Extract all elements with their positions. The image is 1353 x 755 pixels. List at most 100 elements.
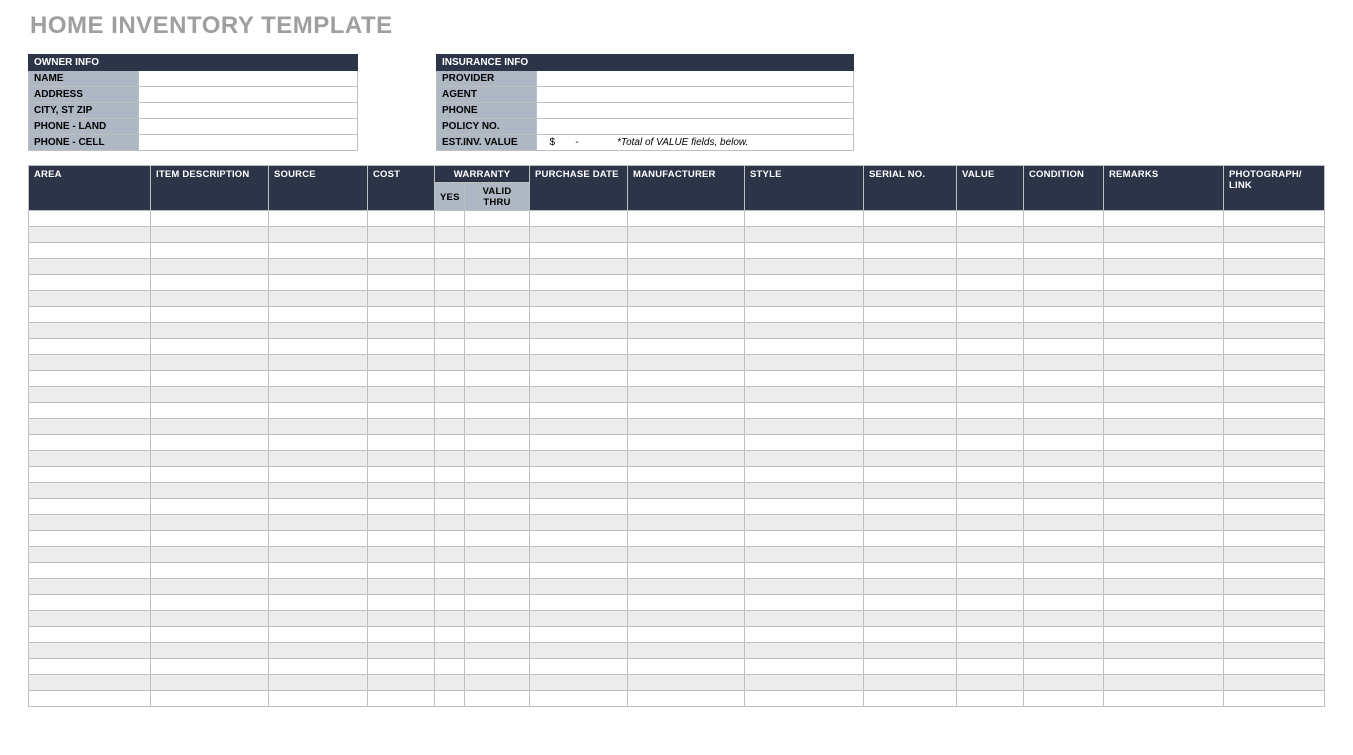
table-cell[interactable] [864,563,957,579]
table-cell[interactable] [1224,291,1325,307]
table-cell[interactable] [269,243,368,259]
table-cell[interactable] [1024,259,1104,275]
owner-name-value[interactable] [139,71,358,87]
table-cell[interactable] [151,259,269,275]
table-cell[interactable] [368,371,435,387]
table-cell[interactable] [957,403,1024,419]
table-cell[interactable] [151,643,269,659]
table-cell[interactable] [29,691,151,707]
table-cell[interactable] [628,499,745,515]
table-cell[interactable] [29,403,151,419]
table-cell[interactable] [435,243,465,259]
table-cell[interactable] [745,659,864,675]
table-cell[interactable] [269,611,368,627]
table-cell[interactable] [151,579,269,595]
table-cell[interactable] [435,275,465,291]
table-cell[interactable] [1224,323,1325,339]
table-cell[interactable] [745,483,864,499]
table-cell[interactable] [957,291,1024,307]
table-cell[interactable] [1104,211,1224,227]
table-cell[interactable] [530,259,628,275]
table-cell[interactable] [269,323,368,339]
table-cell[interactable] [628,387,745,403]
table-cell[interactable] [1104,643,1224,659]
table-cell[interactable] [745,307,864,323]
table-cell[interactable] [269,515,368,531]
table-cell[interactable] [745,579,864,595]
table-cell[interactable] [1224,259,1325,275]
table-cell[interactable] [957,611,1024,627]
table-cell[interactable] [1024,291,1104,307]
table-cell[interactable] [151,451,269,467]
table-cell[interactable] [1224,579,1325,595]
table-cell[interactable] [435,515,465,531]
table-cell[interactable] [957,419,1024,435]
table-cell[interactable] [465,531,530,547]
table-cell[interactable] [864,403,957,419]
table-cell[interactable] [435,563,465,579]
table-cell[interactable] [530,563,628,579]
table-cell[interactable] [269,227,368,243]
table-cell[interactable] [1024,419,1104,435]
table-cell[interactable] [628,339,745,355]
table-cell[interactable] [957,371,1024,387]
table-cell[interactable] [864,483,957,499]
table-cell[interactable] [1224,355,1325,371]
table-cell[interactable] [465,243,530,259]
table-cell[interactable] [435,323,465,339]
table-cell[interactable] [435,291,465,307]
table-cell[interactable] [151,403,269,419]
table-cell[interactable] [465,483,530,499]
table-cell[interactable] [368,355,435,371]
table-cell[interactable] [151,515,269,531]
table-cell[interactable] [745,243,864,259]
table-cell[interactable] [745,531,864,547]
table-cell[interactable] [269,339,368,355]
table-cell[interactable] [628,419,745,435]
table-cell[interactable] [1024,515,1104,531]
table-cell[interactable] [465,355,530,371]
table-cell[interactable] [435,355,465,371]
table-cell[interactable] [745,435,864,451]
table-cell[interactable] [745,355,864,371]
table-cell[interactable] [1224,691,1325,707]
table-cell[interactable] [530,531,628,547]
table-cell[interactable] [368,211,435,227]
table-cell[interactable] [269,627,368,643]
table-cell[interactable] [530,211,628,227]
table-cell[interactable] [368,611,435,627]
table-cell[interactable] [864,579,957,595]
table-cell[interactable] [1224,675,1325,691]
table-cell[interactable] [1104,307,1224,323]
table-cell[interactable] [628,531,745,547]
table-cell[interactable] [465,307,530,323]
table-cell[interactable] [745,563,864,579]
table-cell[interactable] [465,611,530,627]
table-cell[interactable] [368,675,435,691]
table-cell[interactable] [1104,419,1224,435]
table-cell[interactable] [29,339,151,355]
table-cell[interactable] [435,483,465,499]
table-cell[interactable] [957,483,1024,499]
table-cell[interactable] [435,611,465,627]
table-cell[interactable] [151,499,269,515]
table-cell[interactable] [1224,339,1325,355]
table-cell[interactable] [745,259,864,275]
table-cell[interactable] [29,435,151,451]
table-cell[interactable] [745,547,864,563]
table-cell[interactable] [29,211,151,227]
table-cell[interactable] [368,691,435,707]
table-cell[interactable] [151,371,269,387]
table-cell[interactable] [269,371,368,387]
table-cell[interactable] [1104,691,1224,707]
insurance-provider-value[interactable] [537,71,854,87]
table-cell[interactable] [29,323,151,339]
table-cell[interactable] [1024,643,1104,659]
table-cell[interactable] [435,547,465,563]
table-cell[interactable] [864,451,957,467]
owner-citystzip-value[interactable] [139,103,358,119]
table-cell[interactable] [1224,227,1325,243]
table-cell[interactable] [745,499,864,515]
table-cell[interactable] [745,371,864,387]
table-cell[interactable] [864,275,957,291]
